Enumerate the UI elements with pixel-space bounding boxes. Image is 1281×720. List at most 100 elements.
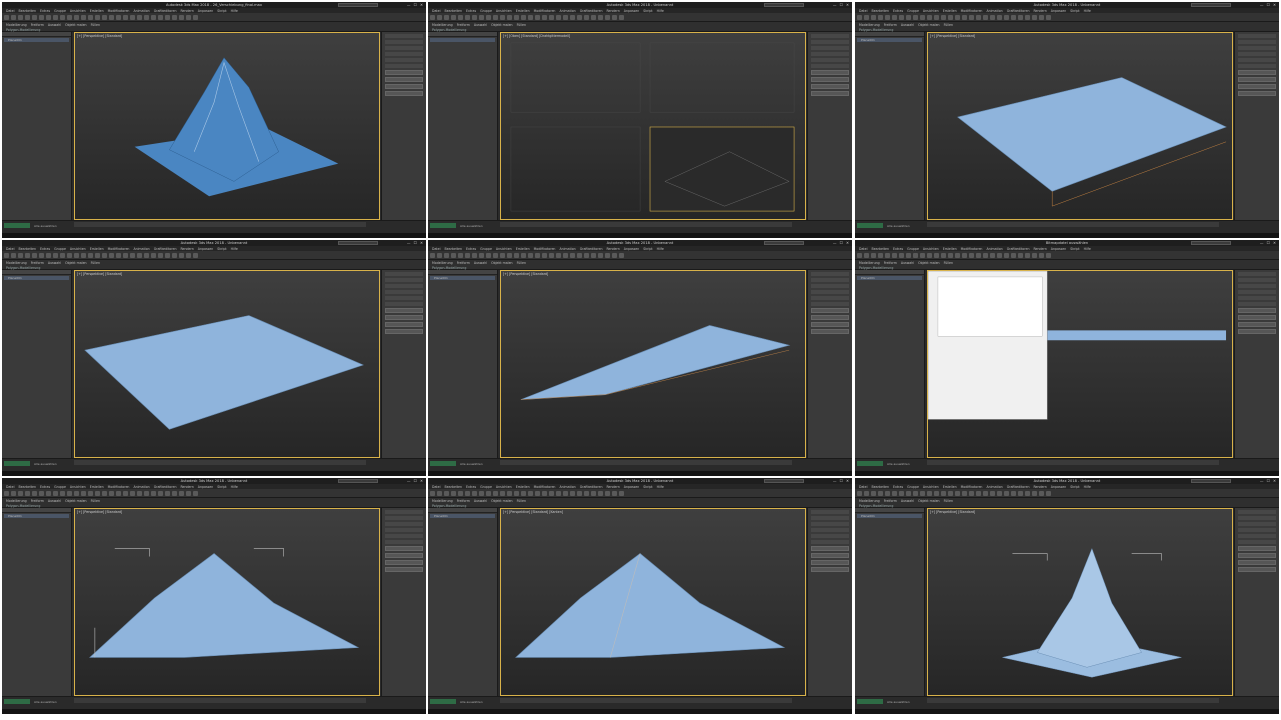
timeline-slider[interactable]: [927, 460, 1219, 465]
command-panel-button[interactable]: [1238, 84, 1276, 89]
toolbar-icon[interactable]: [941, 491, 946, 496]
toolbar-icon[interactable]: [39, 253, 44, 258]
toolbar-icon[interactable]: [444, 15, 449, 20]
toolbar-icon[interactable]: [934, 491, 939, 496]
toolbar-icon[interactable]: [437, 253, 442, 258]
toolbar-icon[interactable]: [172, 15, 177, 20]
toolbar-icon[interactable]: [1025, 491, 1030, 496]
toolbar-icon[interactable]: [74, 253, 79, 258]
command-panel-row[interactable]: [385, 34, 423, 38]
toolbar-icon[interactable]: [507, 253, 512, 258]
perspective-viewport[interactable]: [+] [Perspektive] [Standard]: [927, 270, 1233, 458]
command-panel-row[interactable]: [1238, 40, 1276, 44]
toolbar-icon[interactable]: [969, 253, 974, 258]
toolbar-icon[interactable]: [179, 491, 184, 496]
scene-explorer-toolbar[interactable]: [2, 508, 71, 513]
toolbar-icon[interactable]: [563, 253, 568, 258]
toolbar-icon[interactable]: [990, 491, 995, 496]
toolbar-icon[interactable]: [969, 491, 974, 496]
toolbar-icon[interactable]: [542, 253, 547, 258]
scene-explorer-toolbar[interactable]: [855, 270, 924, 275]
command-panel-button[interactable]: [1238, 91, 1276, 96]
toolbar-icon[interactable]: [60, 253, 65, 258]
command-panel-row[interactable]: [385, 534, 423, 538]
command-panel-row[interactable]: [811, 302, 849, 306]
toolbar-icon[interactable]: [11, 491, 16, 496]
toolbar-icon[interactable]: [1004, 253, 1009, 258]
toolbar-icon[interactable]: [591, 253, 596, 258]
ribbon-tab[interactable]: Freiform: [884, 261, 897, 265]
toolbar-icon[interactable]: [479, 491, 484, 496]
toolbar-icon[interactable]: [542, 15, 547, 20]
ribbon-tab[interactable]: Freiform: [884, 23, 897, 27]
toolbar-icon[interactable]: [186, 15, 191, 20]
toolbar-icon[interactable]: [927, 15, 932, 20]
toolbar-icon[interactable]: [458, 253, 463, 258]
command-panel-row[interactable]: [385, 58, 423, 62]
toolbar-icon[interactable]: [479, 253, 484, 258]
ribbon-tab[interactable]: Auswahl: [48, 23, 61, 27]
ribbon-tab[interactable]: Modellierung: [859, 261, 880, 265]
toolbar-icon[interactable]: [584, 491, 589, 496]
command-panel-button[interactable]: [385, 546, 423, 551]
timeline-slider[interactable]: [74, 222, 366, 227]
command-panel-row[interactable]: [1238, 278, 1276, 282]
command-panel-button[interactable]: [1238, 308, 1276, 313]
toolbar-icon[interactable]: [451, 15, 456, 20]
toolbar-icon[interactable]: [605, 15, 610, 20]
toolbar-icon[interactable]: [1046, 491, 1051, 496]
toolbar-icon[interactable]: [500, 253, 505, 258]
toolbar-icon[interactable]: [472, 253, 477, 258]
command-panel-row[interactable]: [1238, 284, 1276, 288]
perspective-viewport[interactable]: [+] [Perspektive] [Standard] [Kanten]: [500, 508, 806, 696]
ribbon-tab[interactable]: Objekt malen: [918, 499, 939, 503]
command-panel-row[interactable]: [811, 522, 849, 526]
toolbar-icon[interactable]: [186, 491, 191, 496]
toolbar-icon[interactable]: [116, 491, 121, 496]
toolbar-icon[interactable]: [18, 15, 23, 20]
toolbar-icon[interactable]: [528, 491, 533, 496]
toolbar-icon[interactable]: [605, 491, 610, 496]
command-panel-button[interactable]: [811, 560, 849, 565]
toolbar-icon[interactable]: [619, 15, 624, 20]
window-controls[interactable]: — ☐ ✕: [1260, 479, 1277, 483]
toolbar-icon[interactable]: [1046, 15, 1051, 20]
command-panel-row[interactable]: [385, 522, 423, 526]
toolbar-icon[interactable]: [458, 15, 463, 20]
toolbar-icon[interactable]: [137, 15, 142, 20]
timeline-slider[interactable]: [74, 460, 366, 465]
ribbon-tab[interactable]: Modellierung: [6, 23, 27, 27]
search-input[interactable]: [764, 479, 804, 483]
toolbar-icon[interactable]: [556, 253, 561, 258]
toolbar-icon[interactable]: [32, 253, 37, 258]
command-panel-row[interactable]: [1238, 516, 1276, 520]
toolbar-icon[interactable]: [11, 253, 16, 258]
command-panel-button[interactable]: [385, 329, 423, 334]
toolbar-icon[interactable]: [885, 15, 890, 20]
toolbar-icon[interactable]: [465, 15, 470, 20]
command-panel-button[interactable]: [385, 322, 423, 327]
toolbar-icon[interactable]: [437, 491, 442, 496]
toolbar-icon[interactable]: [535, 15, 540, 20]
toolbar-icon[interactable]: [577, 253, 582, 258]
scene-explorer-toolbar[interactable]: [428, 32, 497, 37]
command-panel-button[interactable]: [385, 77, 423, 82]
toolbar-icon[interactable]: [857, 491, 862, 496]
toolbar-icon[interactable]: [172, 491, 177, 496]
command-panel-button[interactable]: [811, 567, 849, 572]
toolbar-icon[interactable]: [88, 491, 93, 496]
ribbon-tab[interactable]: Auswahl: [901, 499, 914, 503]
command-panel-row[interactable]: [811, 278, 849, 282]
toolbar-icon[interactable]: [906, 491, 911, 496]
toolbar-icon[interactable]: [193, 253, 198, 258]
command-panel-row[interactable]: [811, 516, 849, 520]
toolbar-icon[interactable]: [137, 253, 142, 258]
toolbar-icon[interactable]: [39, 491, 44, 496]
command-panel-row[interactable]: [811, 528, 849, 532]
toolbar-icon[interactable]: [1032, 15, 1037, 20]
ribbon-tab[interactable]: Freiform: [31, 261, 44, 265]
toolbar-icon[interactable]: [997, 15, 1002, 20]
toolbar-icon[interactable]: [4, 491, 9, 496]
window-controls[interactable]: — ☐ ✕: [833, 479, 850, 483]
command-panel-button[interactable]: [1238, 567, 1276, 572]
